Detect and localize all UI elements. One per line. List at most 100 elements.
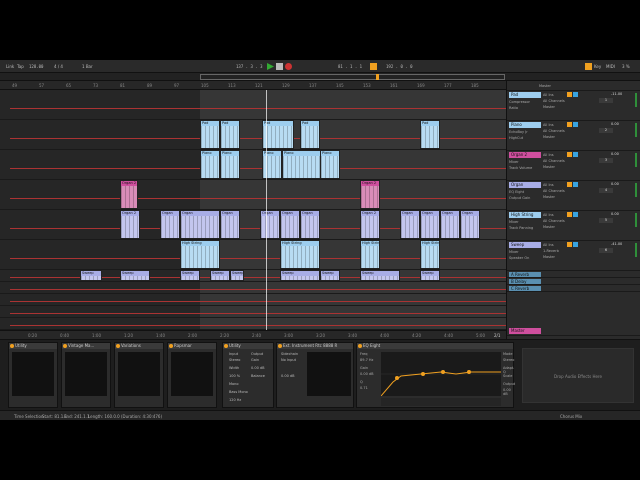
track-volume[interactable]: 0.00 <box>611 122 619 126</box>
eq-curve-display[interactable] <box>380 352 501 397</box>
key-map-icon[interactable] <box>585 63 592 70</box>
arrangement-clip[interactable]: High String <box>420 240 440 269</box>
device-power-icon[interactable] <box>10 344 14 348</box>
loop-length-field[interactable]: 192 . 0 . 0 <box>386 64 413 69</box>
arrangement-clip[interactable]: Sweep <box>230 270 244 281</box>
track-activator-button[interactable] <box>567 152 572 157</box>
automation-line[interactable] <box>10 108 506 109</box>
output-routing[interactable]: Master <box>543 135 555 139</box>
input-type[interactable]: All Ins <box>543 123 554 127</box>
time-ruler[interactable]: 2/1 0:20 0:40 1:00 1:20 1:40 2:00 2:20 2:40 3:00… <box>0 330 506 339</box>
ext-power-icon[interactable] <box>278 344 282 348</box>
arrangement-clip[interactable]: Organ 2 <box>360 210 380 239</box>
device-power-icon[interactable] <box>169 344 173 348</box>
arrangement-view[interactable]: Pad Pad Pad Pad Pad Piano Piano Piano Piano Piano… <box>0 90 506 330</box>
stop-icon[interactable] <box>276 63 283 70</box>
track-name[interactable]: Piano <box>509 122 541 128</box>
device-macro-area[interactable] <box>171 352 213 396</box>
arrangement-clip[interactable]: Piano <box>262 150 282 179</box>
arrangement-clip[interactable]: Organ 2 <box>120 180 138 209</box>
track-number[interactable]: 3 <box>599 158 613 163</box>
automation-line[interactable] <box>10 198 506 199</box>
eq-power-icon[interactable] <box>358 344 362 348</box>
eq-band-3-handle[interactable] <box>441 370 445 374</box>
device-rack[interactable]: Variations <box>114 342 164 408</box>
arrangement-clip[interactable]: Sweep <box>360 270 400 281</box>
output-routing[interactable]: Master <box>543 255 555 259</box>
track-activator-button[interactable] <box>567 92 572 97</box>
arrangement-clip[interactable]: Organ <box>180 210 220 239</box>
eq-output-value[interactable]: 0.00 dB <box>503 388 513 396</box>
track-number[interactable]: 4 <box>599 188 613 193</box>
arrangement-clip[interactable]: Organ <box>460 210 480 239</box>
track-solo-button[interactable] <box>573 182 578 187</box>
eq-gain-value[interactable]: 0.00 dB <box>360 372 374 376</box>
arrangement-clip[interactable]: Sweep <box>280 270 320 281</box>
utility-stereo[interactable]: Stereo <box>229 358 240 362</box>
overview-cursor[interactable] <box>376 74 379 80</box>
track-number[interactable]: 5 <box>599 218 613 223</box>
input-type[interactable]: All Ins <box>543 243 554 247</box>
track-number[interactable]: 6 <box>599 248 613 253</box>
track-lane[interactable] <box>0 282 506 294</box>
automation-line[interactable] <box>10 313 506 314</box>
track-activator-button[interactable] <box>567 122 572 127</box>
input-type[interactable]: All Ins <box>543 153 554 157</box>
automation-line[interactable] <box>10 168 506 169</box>
utility-width-value[interactable]: 100 % <box>229 374 240 378</box>
arrangement-overview[interactable] <box>0 73 640 81</box>
track-lane[interactable]: Organ 2 Organ Organ Organ Organ Organ Organ Org… <box>0 210 506 240</box>
eq-adapt-q-toggle[interactable]: Adapt. Q <box>503 366 514 374</box>
track-volume[interactable]: 0.00 <box>611 152 619 156</box>
automation-line[interactable] <box>10 289 506 290</box>
device-rack[interactable]: Vintage Ma... <box>61 342 111 408</box>
track-name[interactable]: High String <box>509 212 541 218</box>
track-lane[interactable] <box>0 294 506 306</box>
track-volume[interactable]: 0.00 <box>611 182 619 186</box>
automation-line[interactable] <box>10 301 506 302</box>
playhead[interactable] <box>266 90 267 330</box>
track-header[interactable]: Pad Compressor Ratio All Ins All Channel… <box>507 91 640 121</box>
ext-input-select[interactable]: No Input <box>281 358 296 362</box>
tap-button[interactable]: Tap <box>17 64 24 69</box>
track-activator-button[interactable] <box>567 242 572 247</box>
utility-mono-button[interactable]: Mono <box>229 382 239 386</box>
arrangement-clip[interactable]: Piano <box>220 150 240 179</box>
input-type[interactable]: All Ins <box>543 213 554 217</box>
arrangement-clip[interactable]: Organ <box>220 210 240 239</box>
arrangement-clip[interactable]: High String <box>280 240 320 269</box>
link-button[interactable]: Link <box>6 64 14 69</box>
arrangement-clip[interactable]: Piano <box>282 150 322 179</box>
track-solo-button[interactable] <box>573 212 578 217</box>
arrangement-clip[interactable]: Pad <box>300 120 320 149</box>
device-rack[interactable]: Utility <box>8 342 58 408</box>
arrangement-clip[interactable]: Sweep <box>80 270 102 281</box>
tempo-field[interactable]: 128.00 <box>29 64 43 69</box>
output-routing[interactable]: Master <box>543 105 555 109</box>
arrangement-clip[interactable]: High String <box>360 240 380 269</box>
record-icon[interactable] <box>285 63 292 70</box>
arrangement-clip[interactable]: Sweep <box>210 270 230 281</box>
track-lane[interactable]: Piano Piano Piano Piano Piano <box>0 150 506 180</box>
utility-power-icon[interactable] <box>224 344 228 348</box>
utility-gain-value[interactable]: 0.00 dB <box>251 366 265 370</box>
drop-effects-area[interactable]: Drop Audio Effects Here <box>522 348 634 403</box>
track-lane[interactable] <box>0 318 506 330</box>
device-rack[interactable]: Rapsmar <box>167 342 217 408</box>
automation-line[interactable] <box>10 325 506 326</box>
track-lane[interactable]: Pad Pad Pad Pad Pad <box>0 120 506 150</box>
device-macro-area[interactable] <box>12 352 54 396</box>
loop-icon[interactable] <box>370 63 377 70</box>
input-channel[interactable]: All Channels <box>543 219 565 223</box>
ext-gain-value[interactable]: 0.00 dB <box>281 374 295 378</box>
track-lane[interactable]: High String High String High String High St… <box>0 240 506 270</box>
track-lane[interactable]: Sweep Sweep Sweep Sweep Sweep Sweep Sweep Sweep… <box>0 270 506 282</box>
track-header[interactable]: Piano EchoBoy Jr HighCut All Ins All Cha… <box>507 121 640 151</box>
arrangement-clip[interactable]: Organ 2 <box>120 210 140 239</box>
arrangement-clip[interactable]: Sweep <box>320 270 340 281</box>
arrangement-clip[interactable]: Piano <box>200 150 220 179</box>
arrangement-clip[interactable]: Organ <box>420 210 440 239</box>
key-map-button[interactable]: Key <box>594 64 601 69</box>
output-routing[interactable]: Master <box>543 225 555 229</box>
song-position[interactable]: 137 . 3 . 3 <box>236 64 263 69</box>
